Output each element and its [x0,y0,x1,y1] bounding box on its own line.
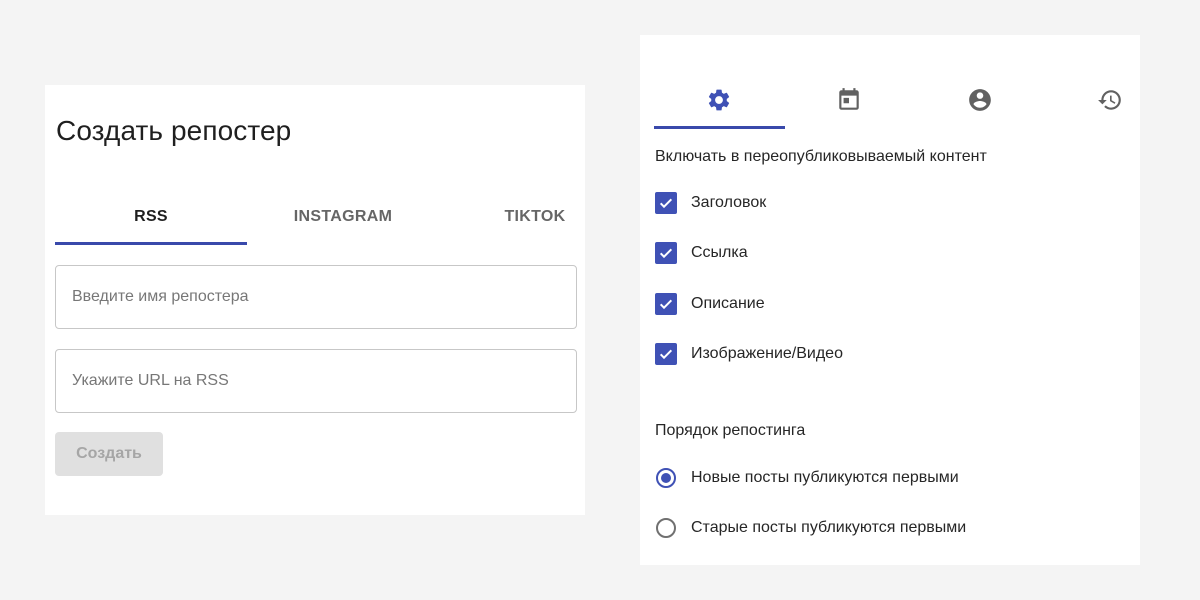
order-oldest-first-option[interactable]: Старые посты публикуются первыми [655,516,966,540]
radio-unselected[interactable] [656,518,676,538]
check-icon [659,248,673,259]
tab-settings[interactable] [654,77,784,127]
create-reposter-card: Создать репостер RSS INSTAGRAM TIKTOK Со… [45,85,585,515]
tab-history[interactable] [1045,77,1175,127]
checkbox-label: Описание [691,295,765,312]
checkbox-label: Заголовок [691,194,767,211]
gear-icon [708,89,730,111]
check-icon [659,198,673,209]
radio-selected[interactable] [656,468,676,488]
tab-instagram[interactable]: INSTAGRAM [247,190,439,244]
rss-url-input[interactable] [56,350,576,412]
history-icon [1098,90,1121,110]
include-description-option[interactable]: Описание [655,292,765,316]
include-title-option[interactable]: Заголовок [655,191,766,215]
checkbox-label: Ссылка [691,244,748,261]
include-media-option[interactable]: Изображение/Видео [655,342,843,366]
active-tab-indicator [654,126,785,129]
checkbox-checked[interactable] [655,343,677,365]
reposter-settings-card: Включать в переопубликовываемый контент … [640,35,1140,565]
active-tab-indicator [55,242,247,245]
radio-label: Новые посты публикуются первыми [691,469,959,486]
reposter-name-input[interactable] [56,266,576,328]
rss-url-field [55,349,577,413]
order-section-label: Порядок репостинга [655,422,806,439]
radio-label: Старые посты публикуются первыми [691,519,967,536]
order-newest-first-option[interactable]: Новые посты публикуются первыми [655,466,959,490]
check-icon [659,349,673,360]
page-title: Создать репостер [56,115,292,146]
account-circle-icon [969,89,991,111]
include-section-label: Включать в переопубликовываемый контент [655,148,987,165]
tab-account[interactable] [915,77,1045,127]
source-tabs: RSS INSTAGRAM TIKTOK [55,190,575,246]
tab-tiktok[interactable]: TIKTOK [439,190,631,244]
checkbox-label: Изображение/Видео [691,345,843,362]
reposter-name-field [55,265,577,329]
calendar-icon [839,88,859,110]
include-link-option[interactable]: Ссылка [655,241,748,265]
tab-rss[interactable]: RSS [55,190,247,244]
create-button[interactable]: Создать [55,432,163,476]
checkbox-checked[interactable] [655,293,677,315]
check-icon [659,299,673,310]
checkbox-checked[interactable] [655,192,677,214]
checkbox-checked[interactable] [655,242,677,264]
tab-schedule[interactable] [784,77,914,127]
